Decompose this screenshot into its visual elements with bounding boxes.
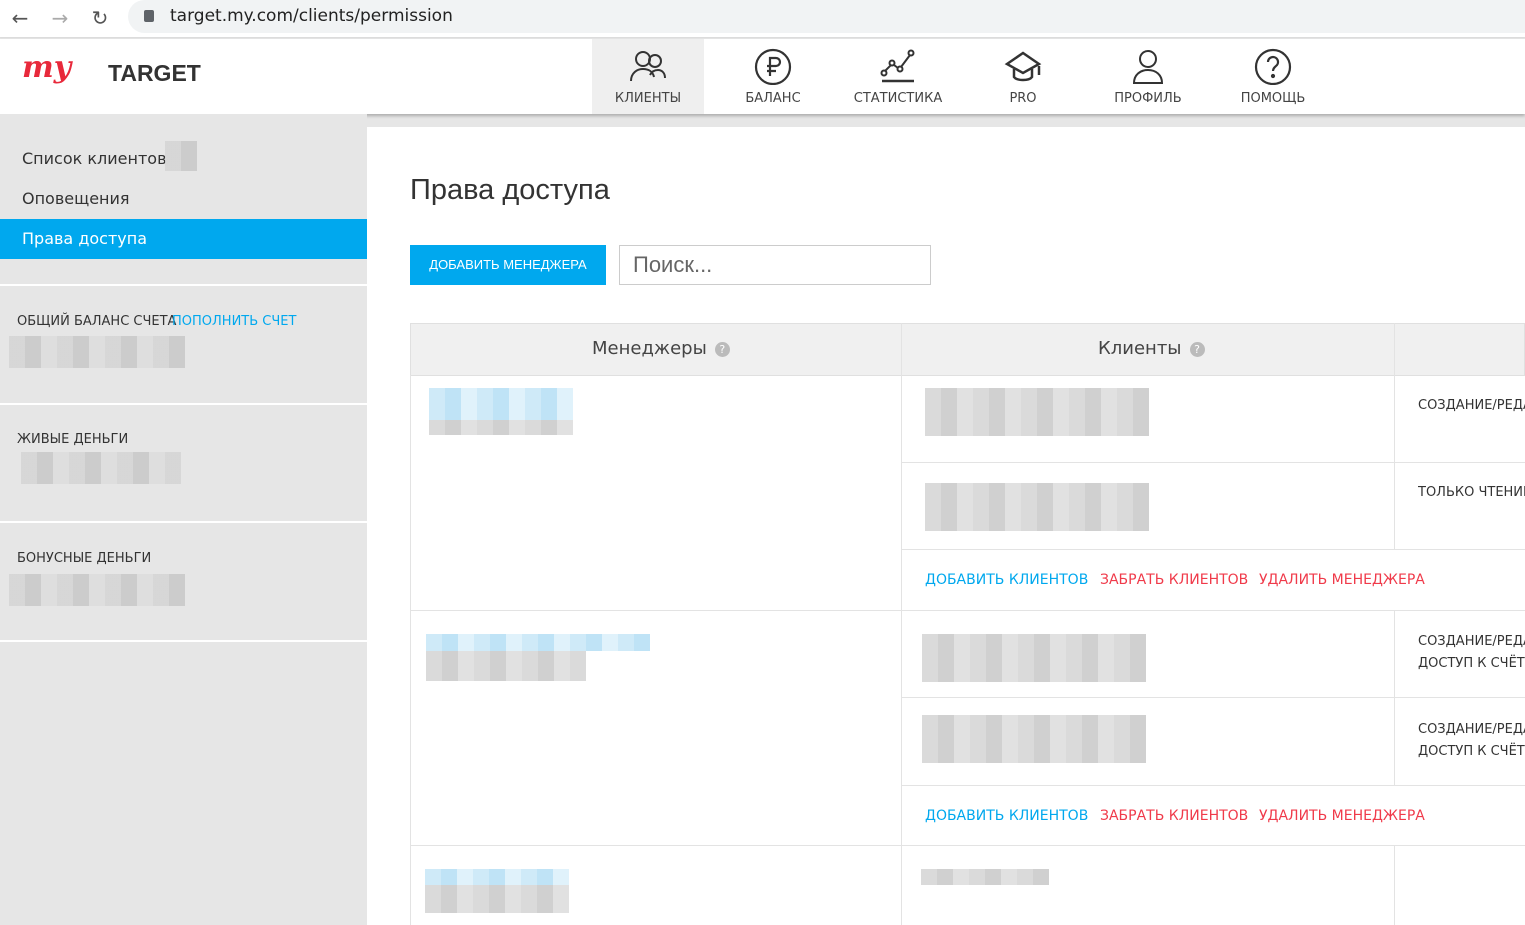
balance-label: ОБЩИЙ БАЛАНС СЧЕТА [17, 314, 177, 329]
permission: СОЗДАНИЕ/РЕДАКТИРОВАНИЕ ДОСТУП К СЧЁТУ [1418, 631, 1525, 675]
divider [410, 610, 1525, 611]
add-clients-link[interactable]: ДОБАВИТЬ КЛИЕНТОВ [925, 572, 1088, 588]
nav-pro[interactable]: PRO [967, 39, 1079, 114]
nav-label: ПРОФИЛЬ [1114, 91, 1182, 106]
page-title: Права доступа [410, 174, 610, 206]
nav-clients[interactable]: КЛИЕНТЫ [592, 39, 704, 114]
blurred-balance [9, 336, 185, 368]
help-icon[interactable]: ? [1189, 341, 1205, 357]
blurred-client [921, 869, 1049, 885]
nav-label: ПОМОЩЬ [1240, 91, 1306, 106]
permission: СОЗДАНИЕ/РЕДАКТИРОВАНИЕ [1418, 398, 1525, 413]
permission-line: СОЗДАНИЕ/РЕДАКТИРОВАНИЕ [1418, 634, 1525, 649]
logo-text: TARGET [108, 60, 201, 86]
divider [902, 697, 1525, 698]
blurred-live-money [21, 452, 181, 484]
blurred-manager-email [426, 651, 586, 681]
blurred-manager-name [425, 869, 569, 885]
nav-label: PRO [1009, 91, 1037, 106]
divider [1394, 323, 1395, 550]
divider [1394, 845, 1395, 925]
blurred-manager-email [429, 420, 573, 435]
column-managers: Менеджеры? [592, 338, 730, 359]
nav-label: БАЛАНС [745, 91, 801, 106]
table-header [410, 323, 1525, 376]
nav-balance[interactable]: БАЛАНС [717, 39, 829, 114]
help-icon[interactable]: ? [714, 341, 730, 357]
logo[interactable]: my [22, 50, 71, 85]
back-icon[interactable]: ← [6, 4, 34, 32]
chart-icon [880, 49, 915, 83]
help-icon [1254, 48, 1292, 86]
ruble-icon [754, 48, 792, 86]
divider [0, 521, 367, 523]
column-label: Клиенты [1098, 338, 1182, 359]
address-bar[interactable]: target.my.com/clients/permission [128, 0, 1525, 33]
permission-line: ДОСТУП К СЧЁТУ [1418, 656, 1525, 671]
divider [901, 323, 902, 925]
browser-toolbar: ← → ↻ target.my.com/clients/permission [0, 0, 1525, 38]
graduation-cap-icon [1004, 51, 1042, 82]
permission: ТОЛЬКО ЧТЕНИЕ [1418, 485, 1525, 500]
permission-line: ДОСТУП К СЧЁТУ [1418, 744, 1525, 759]
blurred-bonus-money [9, 574, 185, 606]
divider [0, 284, 367, 286]
lock-icon [144, 10, 154, 22]
permission-line: СОЗДАНИЕ/РЕДАКТИРОВАНИЕ [1418, 722, 1525, 737]
blurred-count [165, 141, 197, 171]
take-clients-link[interactable]: ЗАБРАТЬ КЛИЕНТОВ [1100, 808, 1248, 824]
divider [902, 785, 1525, 786]
permission: СОЗДАНИЕ/РЕДАКТИРОВАНИЕ ДОСТУП К СЧЁТУ [1418, 719, 1525, 763]
forward-icon[interactable]: → [46, 4, 74, 32]
divider [902, 549, 1525, 550]
divider [410, 375, 411, 925]
live-money-label: ЖИВЫЕ ДЕНЬГИ [17, 432, 129, 447]
nav-label: КЛИЕНТЫ [614, 91, 682, 106]
reload-icon[interactable]: ↻ [86, 4, 114, 32]
blurred-client [922, 634, 1146, 682]
column-label: Менеджеры [592, 338, 707, 359]
blurred-manager-name [429, 388, 573, 420]
nav-label: СТАТИСТИКА [853, 91, 943, 106]
nav-help[interactable]: ПОМОЩЬ [1217, 39, 1329, 114]
delete-manager-link[interactable]: УДАЛИТЬ МЕНЕДЖЕРА [1259, 808, 1425, 824]
take-clients-link[interactable]: ЗАБРАТЬ КЛИЕНТОВ [1100, 572, 1248, 588]
sidebar-item-notifications[interactable]: Оповещения [0, 179, 367, 219]
blurred-client [922, 715, 1146, 763]
search-input[interactable] [619, 245, 931, 285]
add-clients-link[interactable]: ДОБАВИТЬ КЛИЕНТОВ [925, 808, 1088, 824]
divider [902, 462, 1525, 463]
divider [0, 403, 367, 405]
clients-icon [630, 51, 666, 82]
add-manager-button[interactable]: ДОБАВИТЬ МЕНЕДЖЕРА [410, 245, 606, 285]
blurred-manager-email [425, 885, 569, 913]
divider [0, 640, 367, 642]
divider [1394, 610, 1395, 786]
delete-manager-link[interactable]: УДАЛИТЬ МЕНЕДЖЕРА [1259, 572, 1425, 588]
blurred-client [925, 483, 1149, 531]
column-clients: Клиенты? [1098, 338, 1205, 359]
sidebar-item-permissions[interactable]: Права доступа [0, 219, 367, 259]
profile-icon [1132, 50, 1164, 84]
blurred-client [925, 388, 1149, 436]
bonus-money-label: БОНУСНЫЕ ДЕНЬГИ [17, 551, 152, 566]
nav-statistics[interactable]: СТАТИСТИКА [842, 39, 954, 114]
nav-profile[interactable]: ПРОФИЛЬ [1092, 39, 1204, 114]
topup-link[interactable]: ПОПОЛНИТЬ СЧЕТ [172, 314, 296, 329]
blurred-manager-name [426, 634, 650, 651]
divider [410, 845, 1525, 846]
